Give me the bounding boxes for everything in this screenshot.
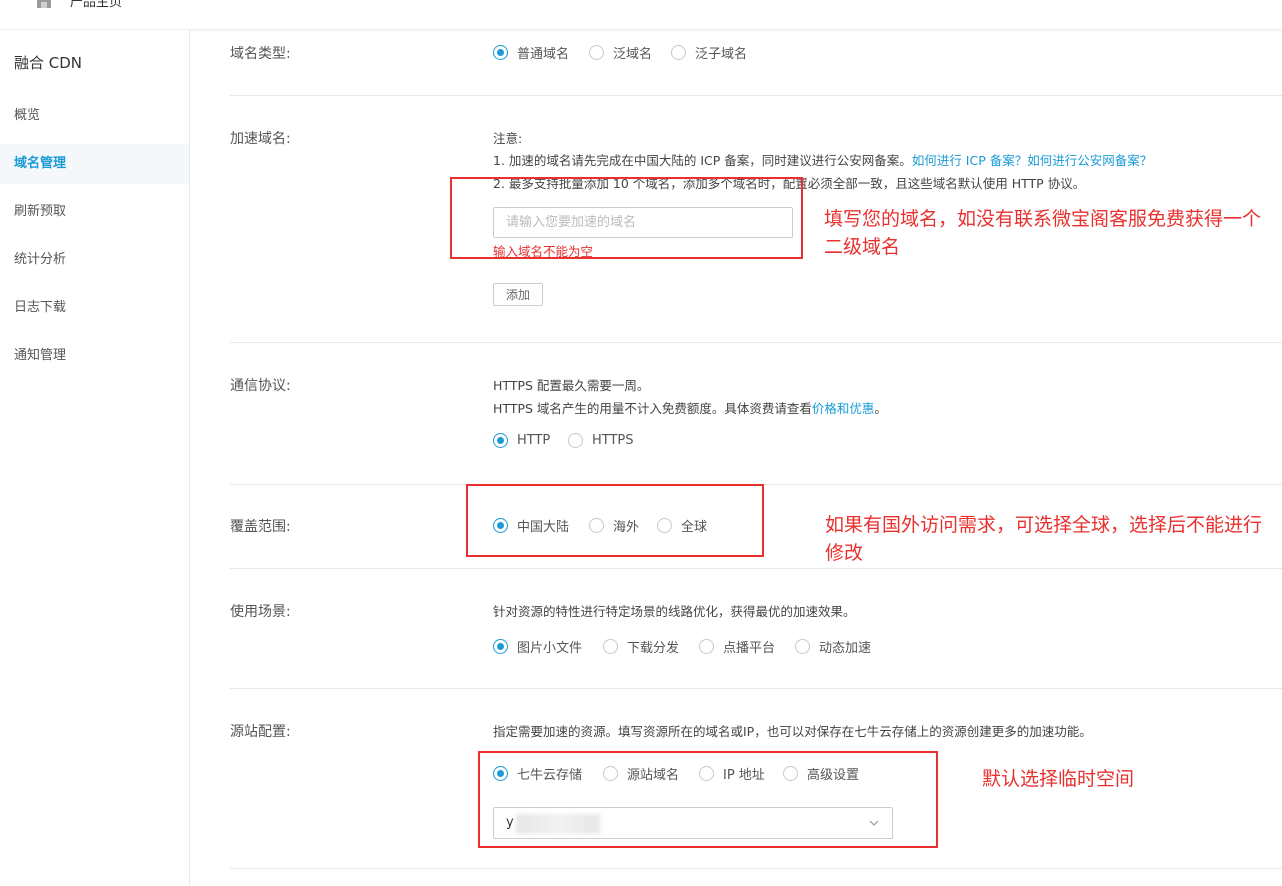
protocol-desc-2-end: 。 [874,401,887,416]
radio-vod[interactable]: 点播平台 [699,637,775,656]
radio-download[interactable]: 下载分发 [603,637,679,656]
annotation-box-domain [450,177,803,259]
sidebar-item-refresh-prefetch[interactable]: 刷新预取 [0,192,189,232]
sidebar: 融合 CDN 概览 域名管理 刷新预取 统计分析 日志下载 通知管理 [0,30,190,886]
protocol-desc-2: HTTPS 域名产生的用量不计入免费额度。具体资费请查看价格和优惠。 [493,398,887,417]
radio-dot [603,639,618,654]
protocol-label: 通信协议: [230,378,291,394]
icp-guide-link[interactable]: 如何进行 ICP 备案？如何进行公安网备案？ [912,153,1152,168]
sidebar-item-log-download[interactable]: 日志下载 [0,288,189,328]
sidebar-item-domain-management[interactable]: 域名管理 [0,144,189,184]
radio-dot [493,45,508,60]
origin-desc: 指定需要加速的资源。填写资源所在的域名或IP，也可以对保存在七牛云存储上的资源创… [493,724,1092,739]
scenario-desc: 针对资源的特性进行特定场景的线路优化，获得最优的加速效果。 [493,604,856,619]
note-line-1: 1. 加速的域名请先完成在中国大陆的 ICP 备案，同时建议进行公安网备案。如何… [493,150,1152,169]
divider [230,568,1282,569]
pricing-link[interactable]: 价格和优惠 [812,401,875,416]
domain-type-label: 域名类型: [230,46,291,62]
radio-dynamic[interactable]: 动态加速 [795,637,871,656]
product-title: 融合 CDN [14,54,83,72]
add-domain-button[interactable]: 添加 [493,283,543,306]
note-1-text: 1. 加速的域名请先完成在中国大陆的 ICP 备案，同时建议进行公安网备案。 [493,153,912,168]
top-bar: 产品主页 [0,0,1282,30]
annotation-text-origin: 默认选择临时空间 [982,768,1135,790]
annotation-text-domain: 填写您的域名，如没有联系微宝阁客服免费获得一个二级域名 [824,208,1262,258]
radio-label: 普通域名 [517,47,570,62]
radio-label: HTTP [517,433,551,448]
radio-dot [671,45,686,60]
home-link[interactable]: 产品主页 [70,0,122,10]
radio-label: 泛域名 [613,47,653,62]
protocol-desc-2-text: HTTPS 域名产生的用量不计入免费额度。具体资费请查看 [493,401,812,416]
note-title: 注意: [493,131,523,146]
radio-normal-domain[interactable]: 普通域名 [493,43,569,62]
radio-wildcard-domain[interactable]: 泛域名 [589,43,652,62]
radio-dot [493,433,508,448]
scenario-label: 使用场景: [230,604,291,620]
radio-label: 下载分发 [627,641,680,656]
origin-label: 源站配置: [230,724,291,740]
radio-small-files[interactable]: 图片小文件 [493,637,582,656]
sidebar-item-statistics[interactable]: 统计分析 [0,240,189,280]
accel-domain-label: 加速域名: [230,131,291,147]
radio-http[interactable]: HTTP [493,433,550,448]
divider [230,95,1282,96]
radio-dot [795,639,810,654]
radio-label: HTTPS [592,433,634,448]
radio-dot [568,433,583,448]
radio-https[interactable]: HTTPS [568,433,634,448]
home-icon[interactable] [34,0,54,10]
radio-label: 图片小文件 [517,641,583,656]
radio-label: 泛子域名 [695,47,748,62]
divider [230,688,1282,689]
radio-dot [699,639,714,654]
radio-dot [493,639,508,654]
radio-wildcard-subdomain[interactable]: 泛子域名 [671,43,747,62]
protocol-desc-1: HTTPS 配置最久需要一周。 [493,378,650,393]
divider [230,342,1282,343]
radio-label: 动态加速 [819,641,872,656]
sidebar-item-overview[interactable]: 概览 [0,96,189,136]
sidebar-item-notifications[interactable]: 通知管理 [0,336,189,376]
annotation-text-coverage: 如果有国外访问需求，可选择全球，选择后不能进行修改 [825,514,1263,564]
annotation-box-origin [478,751,938,848]
radio-dot [589,45,604,60]
coverage-label: 覆盖范围: [230,519,291,535]
radio-label: 点播平台 [723,641,776,656]
divider [230,868,1282,869]
annotation-box-coverage [466,484,764,557]
